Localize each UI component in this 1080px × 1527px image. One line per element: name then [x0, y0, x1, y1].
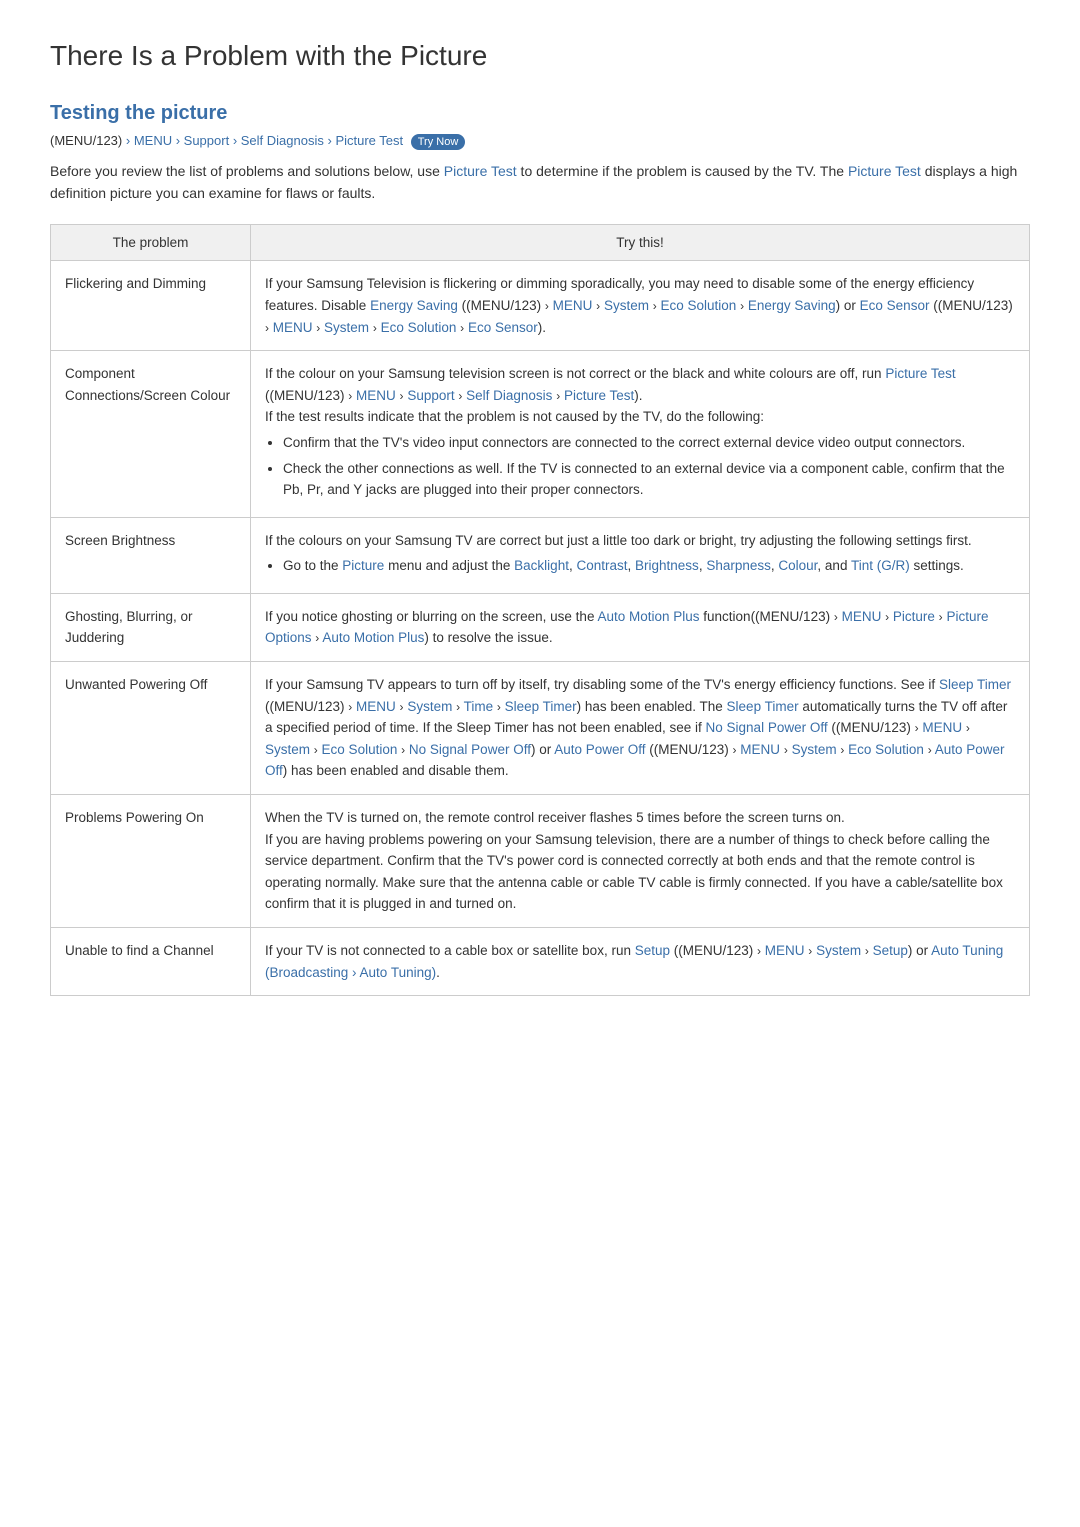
- list-item: Check the other connections as well. If …: [283, 458, 1015, 501]
- link-menu5[interactable]: MENU: [356, 699, 396, 714]
- table-row: Unable to find a Channel If your TV is n…: [51, 928, 1030, 996]
- solution-unwanted-power: If your Samsung TV appears to turn off b…: [251, 662, 1030, 795]
- link-system4[interactable]: System: [265, 742, 310, 757]
- table-row: Flickering and Dimming If your Samsung T…: [51, 261, 1030, 351]
- link-system1[interactable]: System: [604, 298, 649, 313]
- list-item: Go to the Picture menu and adjust the Ba…: [283, 555, 1015, 577]
- link-picture-test[interactable]: Picture Test: [885, 366, 955, 381]
- link-sleep-timer2[interactable]: Sleep Timer: [505, 699, 577, 714]
- link-picture2[interactable]: Picture: [893, 609, 935, 624]
- link-menu1[interactable]: MENU: [553, 298, 593, 313]
- intro-picture-test-link2[interactable]: Picture Test: [848, 163, 921, 179]
- link-sharpness[interactable]: Sharpness: [706, 558, 771, 573]
- link-eco-solution4[interactable]: Eco Solution: [848, 742, 924, 757]
- list-item: Confirm that the TV's video input connec…: [283, 432, 1015, 454]
- link-pic-test2[interactable]: Picture Test: [564, 388, 634, 403]
- link-setup[interactable]: Setup: [635, 943, 670, 958]
- link-sleep-timer[interactable]: Sleep Timer: [939, 677, 1011, 692]
- table-row: Screen Brightness If the colours on your…: [51, 517, 1030, 593]
- try-now-badge[interactable]: Try Now: [411, 134, 466, 150]
- col-problem: The problem: [51, 225, 251, 261]
- link-eco-sensor[interactable]: Eco Sensor: [860, 298, 930, 313]
- link-menu7[interactable]: MENU: [740, 742, 780, 757]
- problem-unwanted-power: Unwanted Powering Off: [51, 662, 251, 795]
- link-no-signal2[interactable]: No Signal Power Off: [409, 742, 531, 757]
- solution-flickering: If your Samsung Television is flickering…: [251, 261, 1030, 351]
- link-backlight[interactable]: Backlight: [514, 558, 569, 573]
- link-system2[interactable]: System: [324, 320, 369, 335]
- link-system3[interactable]: System: [407, 699, 452, 714]
- link-system6[interactable]: System: [816, 943, 861, 958]
- problems-table: The problem Try this! Flickering and Dim…: [50, 224, 1030, 996]
- link-brightness[interactable]: Brightness: [635, 558, 699, 573]
- problem-component: Component Connections/Screen Colour: [51, 351, 251, 518]
- link-menu3[interactable]: MENU: [356, 388, 396, 403]
- component-list: Confirm that the TV's video input connec…: [283, 432, 1015, 501]
- link-contrast[interactable]: Contrast: [576, 558, 627, 573]
- table-row: Ghosting, Blurring, or Juddering If you …: [51, 593, 1030, 661]
- breadcrumb-picturetest[interactable]: Picture Test: [335, 133, 403, 148]
- problem-ghosting: Ghosting, Blurring, or Juddering: [51, 593, 251, 661]
- breadcrumb-menu123: (MENU/123): [50, 133, 122, 148]
- solution-no-channel: If your TV is not connected to a cable b…: [251, 928, 1030, 996]
- link-auto-power[interactable]: Auto Power Off: [554, 742, 645, 757]
- problem-flickering: Flickering and Dimming: [51, 261, 251, 351]
- link-tint[interactable]: Tint (G/R): [851, 558, 910, 573]
- link-energy-saving2[interactable]: Energy Saving: [748, 298, 836, 313]
- link-eco-solution2[interactable]: Eco Solution: [381, 320, 457, 335]
- problem-brightness: Screen Brightness: [51, 517, 251, 593]
- breadcrumb: (MENU/123) › MENU › Support › Self Diagn…: [50, 133, 1030, 150]
- table-row: Component Connections/Screen Colour If t…: [51, 351, 1030, 518]
- link-eco-solution3[interactable]: Eco Solution: [322, 742, 398, 757]
- link-sleep-timer3[interactable]: Sleep Timer: [727, 699, 799, 714]
- link-energy-saving[interactable]: Energy Saving: [370, 298, 458, 313]
- link-setup2[interactable]: Setup: [873, 943, 908, 958]
- table-row: Unwanted Powering Off If your Samsung TV…: [51, 662, 1030, 795]
- link-menu6[interactable]: MENU: [922, 720, 962, 735]
- page-title: There Is a Problem with the Picture: [50, 40, 1030, 72]
- solution-component: If the colour on your Samsung television…: [251, 351, 1030, 518]
- breadcrumb-menu[interactable]: MENU: [134, 133, 172, 148]
- link-time[interactable]: Time: [464, 699, 494, 714]
- section-title: Testing the picture: [50, 102, 1030, 125]
- link-auto-motion2[interactable]: Auto Motion Plus: [322, 630, 424, 645]
- link-auto-motion[interactable]: Auto Motion Plus: [597, 609, 699, 624]
- brightness-list: Go to the Picture menu and adjust the Ba…: [283, 555, 1015, 577]
- table-row: Problems Powering On When the TV is turn…: [51, 795, 1030, 928]
- problem-no-channel: Unable to find a Channel: [51, 928, 251, 996]
- intro-text: Before you review the list of problems a…: [50, 160, 1030, 205]
- intro-picture-test-link1[interactable]: Picture Test: [444, 163, 517, 179]
- col-solution: Try this!: [251, 225, 1030, 261]
- breadcrumb-support[interactable]: Support: [184, 133, 230, 148]
- link-picture[interactable]: Picture: [342, 558, 384, 573]
- link-menu8[interactable]: MENU: [765, 943, 805, 958]
- problem-powering-on: Problems Powering On: [51, 795, 251, 928]
- link-system5[interactable]: System: [792, 742, 837, 757]
- link-self-diag[interactable]: Self Diagnosis: [466, 388, 552, 403]
- solution-brightness: If the colours on your Samsung TV are co…: [251, 517, 1030, 593]
- link-support[interactable]: Support: [407, 388, 454, 403]
- link-menu4[interactable]: MENU: [842, 609, 882, 624]
- link-colour[interactable]: Colour: [778, 558, 817, 573]
- link-eco-sensor2[interactable]: Eco Sensor: [468, 320, 538, 335]
- link-menu2[interactable]: MENU: [273, 320, 313, 335]
- breadcrumb-selfdiagnosis[interactable]: Self Diagnosis: [241, 133, 324, 148]
- solution-powering-on: When the TV is turned on, the remote con…: [251, 795, 1030, 928]
- link-no-signal[interactable]: No Signal Power Off: [706, 720, 828, 735]
- link-eco-solution1[interactable]: Eco Solution: [660, 298, 736, 313]
- solution-ghosting: If you notice ghosting or blurring on th…: [251, 593, 1030, 661]
